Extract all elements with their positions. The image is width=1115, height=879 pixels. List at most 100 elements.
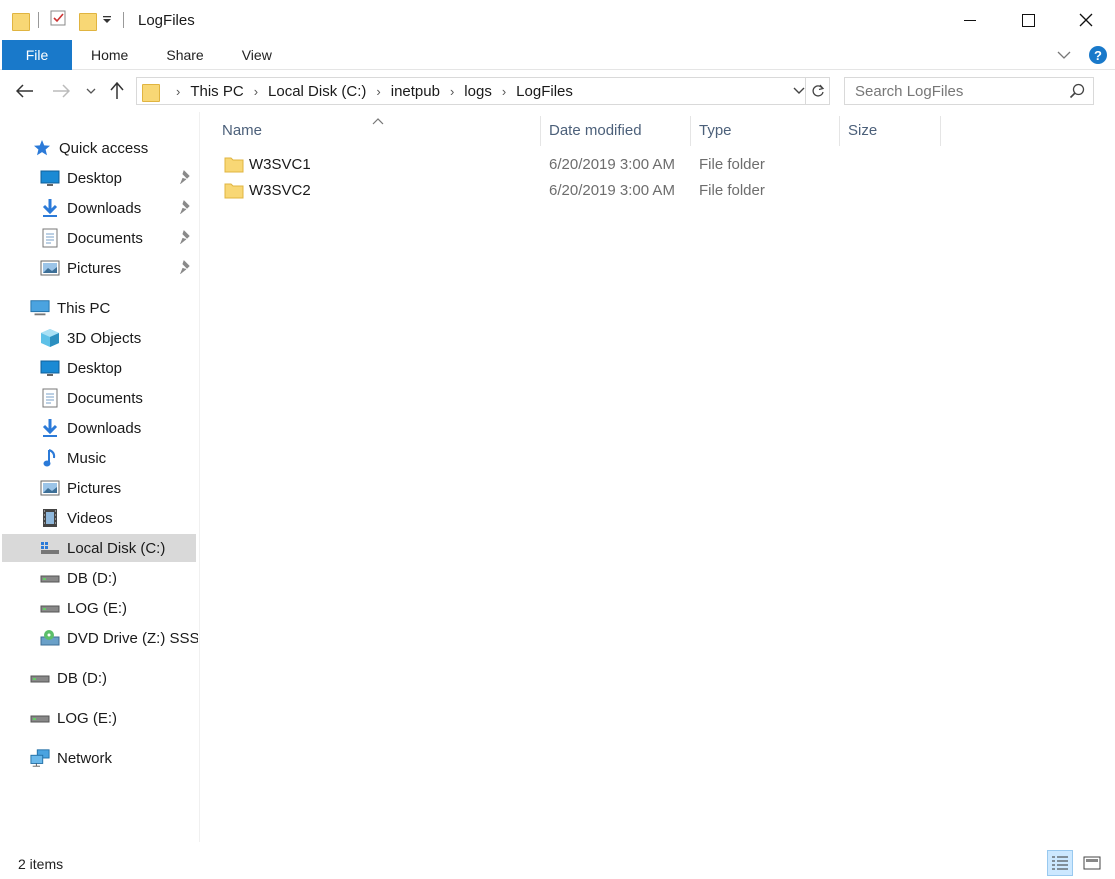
window-controls	[941, 0, 1115, 40]
new-folder-icon[interactable]	[79, 11, 97, 31]
table-row[interactable]: W3SVC2 6/20/2019 3:00 AM File folder	[208, 178, 908, 204]
chevron-right-icon[interactable]: ›	[254, 84, 258, 99]
address-history-button[interactable]	[793, 82, 805, 102]
nav-quick-access[interactable]: Quick access	[32, 134, 198, 162]
up-button[interactable]	[106, 80, 128, 102]
column-header-date-modified[interactable]: Date modified	[549, 112, 691, 148]
refresh-button[interactable]	[805, 78, 829, 104]
nav-quick-desktop[interactable]: Desktop	[40, 164, 198, 192]
large-icons-view-icon	[1083, 856, 1101, 870]
nav-quick-downloads[interactable]: Downloads	[40, 194, 198, 222]
computer-icon	[30, 298, 50, 318]
expand-ribbon-button[interactable]	[1057, 47, 1071, 64]
navigation-bar: › This PC › Local Disk (C:) › inetpub › …	[0, 72, 1115, 110]
customize-toolbar-icon[interactable]	[101, 12, 113, 29]
column-divider[interactable]	[540, 116, 541, 146]
search-input[interactable]: Search LogFiles	[844, 77, 1094, 105]
toolbar-separator	[38, 12, 39, 28]
nav-desktop[interactable]: Desktop	[40, 354, 198, 382]
table-row[interactable]: W3SVC1 6/20/2019 3:00 AM File folder	[208, 152, 908, 178]
nav-log-e[interactable]: LOG (E:)	[40, 594, 198, 622]
view-toggle	[1047, 850, 1105, 876]
column-header-type[interactable]: Type	[699, 112, 839, 148]
nav-network[interactable]: Network	[30, 744, 198, 772]
back-button[interactable]	[14, 80, 36, 102]
details-view-button[interactable]	[1047, 850, 1073, 876]
nav-3d-objects[interactable]: 3D Objects	[40, 324, 198, 352]
drive-icon	[40, 598, 60, 618]
help-icon[interactable]: ?	[1089, 46, 1107, 64]
window-title: LogFiles	[138, 11, 195, 29]
nav-music[interactable]: Music	[40, 444, 198, 472]
arrow-up-icon	[110, 82, 124, 99]
breadcrumb-logs[interactable]: logs	[464, 83, 492, 100]
close-button[interactable]	[1057, 0, 1115, 40]
nav-videos[interactable]: Videos	[40, 504, 198, 532]
nav-label: Pictures	[67, 259, 122, 277]
nav-label: LOG (E:)	[67, 599, 128, 617]
nav-label: This PC	[57, 299, 111, 317]
nav-db-d[interactable]: DB (D:)	[40, 564, 198, 592]
nav-quick-documents[interactable]: Documents	[40, 224, 198, 252]
file-type: File folder	[699, 156, 765, 173]
nav-drive-log-e[interactable]: LOG (E:)	[30, 704, 198, 732]
column-divider[interactable]	[839, 116, 840, 146]
folder-icon	[224, 181, 244, 203]
nav-local-disk-c[interactable]: Local Disk (C:)	[2, 534, 196, 562]
navigation-pane: Quick access Desktop Downloads Documents…	[0, 112, 200, 842]
file-name[interactable]: W3SVC1	[249, 156, 311, 173]
nav-label: DB (D:)	[57, 669, 107, 687]
tab-home[interactable]: Home	[72, 40, 147, 70]
pin-icon[interactable]	[179, 170, 192, 188]
nav-documents[interactable]: Documents	[40, 384, 198, 412]
pin-icon[interactable]	[179, 230, 192, 248]
pin-icon[interactable]	[179, 260, 192, 278]
chevron-right-icon[interactable]: ›	[502, 84, 506, 99]
arrow-left-icon	[16, 84, 33, 98]
column-divider[interactable]	[940, 116, 941, 146]
nav-label: DVD Drive (Z:) SSS_X	[67, 629, 198, 647]
tab-share[interactable]: Share	[147, 40, 222, 70]
pictures-icon	[40, 258, 60, 278]
breadcrumb-logfiles[interactable]: LogFiles	[516, 83, 573, 100]
chevron-right-icon: ›	[176, 83, 181, 99]
large-icons-view-button[interactable]	[1079, 850, 1105, 876]
nav-pictures[interactable]: Pictures	[40, 474, 198, 502]
nav-drive-db-d[interactable]: DB (D:)	[30, 664, 198, 692]
search-icon[interactable]	[1069, 83, 1085, 103]
title-bar: LogFiles	[0, 0, 1115, 40]
nav-quick-pictures[interactable]: Pictures	[40, 254, 198, 282]
breadcrumb-inetpub[interactable]: inetpub	[391, 83, 440, 100]
search-placeholder: Search LogFiles	[855, 82, 964, 100]
desktop-icon	[40, 358, 60, 378]
documents-icon	[40, 228, 60, 248]
breadcrumb-local-disk[interactable]: Local Disk (C:)	[268, 83, 366, 100]
minimize-button[interactable]	[941, 0, 999, 40]
drive-icon	[30, 668, 50, 688]
column-header-name[interactable]: Name	[222, 112, 540, 148]
tab-view[interactable]: View	[223, 40, 291, 70]
chevron-right-icon[interactable]: ›	[376, 84, 380, 99]
recent-locations-button[interactable]	[80, 80, 102, 102]
network-icon	[30, 748, 50, 768]
downloads-icon	[40, 418, 60, 438]
videos-icon	[40, 508, 60, 528]
3d-objects-icon	[40, 328, 60, 348]
close-icon	[1079, 13, 1093, 27]
column-header-size[interactable]: Size	[848, 112, 940, 148]
nav-this-pc[interactable]: This PC	[30, 294, 198, 322]
pin-icon[interactable]	[179, 200, 192, 218]
breadcrumb-this-pc[interactable]: This PC	[190, 83, 243, 100]
nav-downloads[interactable]: Downloads	[40, 414, 198, 442]
nav-dvd-drive-z[interactable]: DVD Drive (Z:) SSS_X	[40, 624, 198, 652]
column-divider[interactable]	[690, 116, 691, 146]
properties-icon[interactable]	[49, 9, 67, 31]
address-bar[interactable]: › This PC › Local Disk (C:) › inetpub › …	[136, 77, 830, 105]
nav-label: 3D Objects	[67, 329, 142, 347]
tab-file[interactable]: File	[2, 39, 72, 70]
chevron-right-icon[interactable]: ›	[450, 84, 454, 99]
quick-access-toolbar	[0, 9, 128, 31]
maximize-button[interactable]	[999, 0, 1057, 40]
forward-button[interactable]	[50, 80, 72, 102]
file-name[interactable]: W3SVC2	[249, 182, 311, 199]
